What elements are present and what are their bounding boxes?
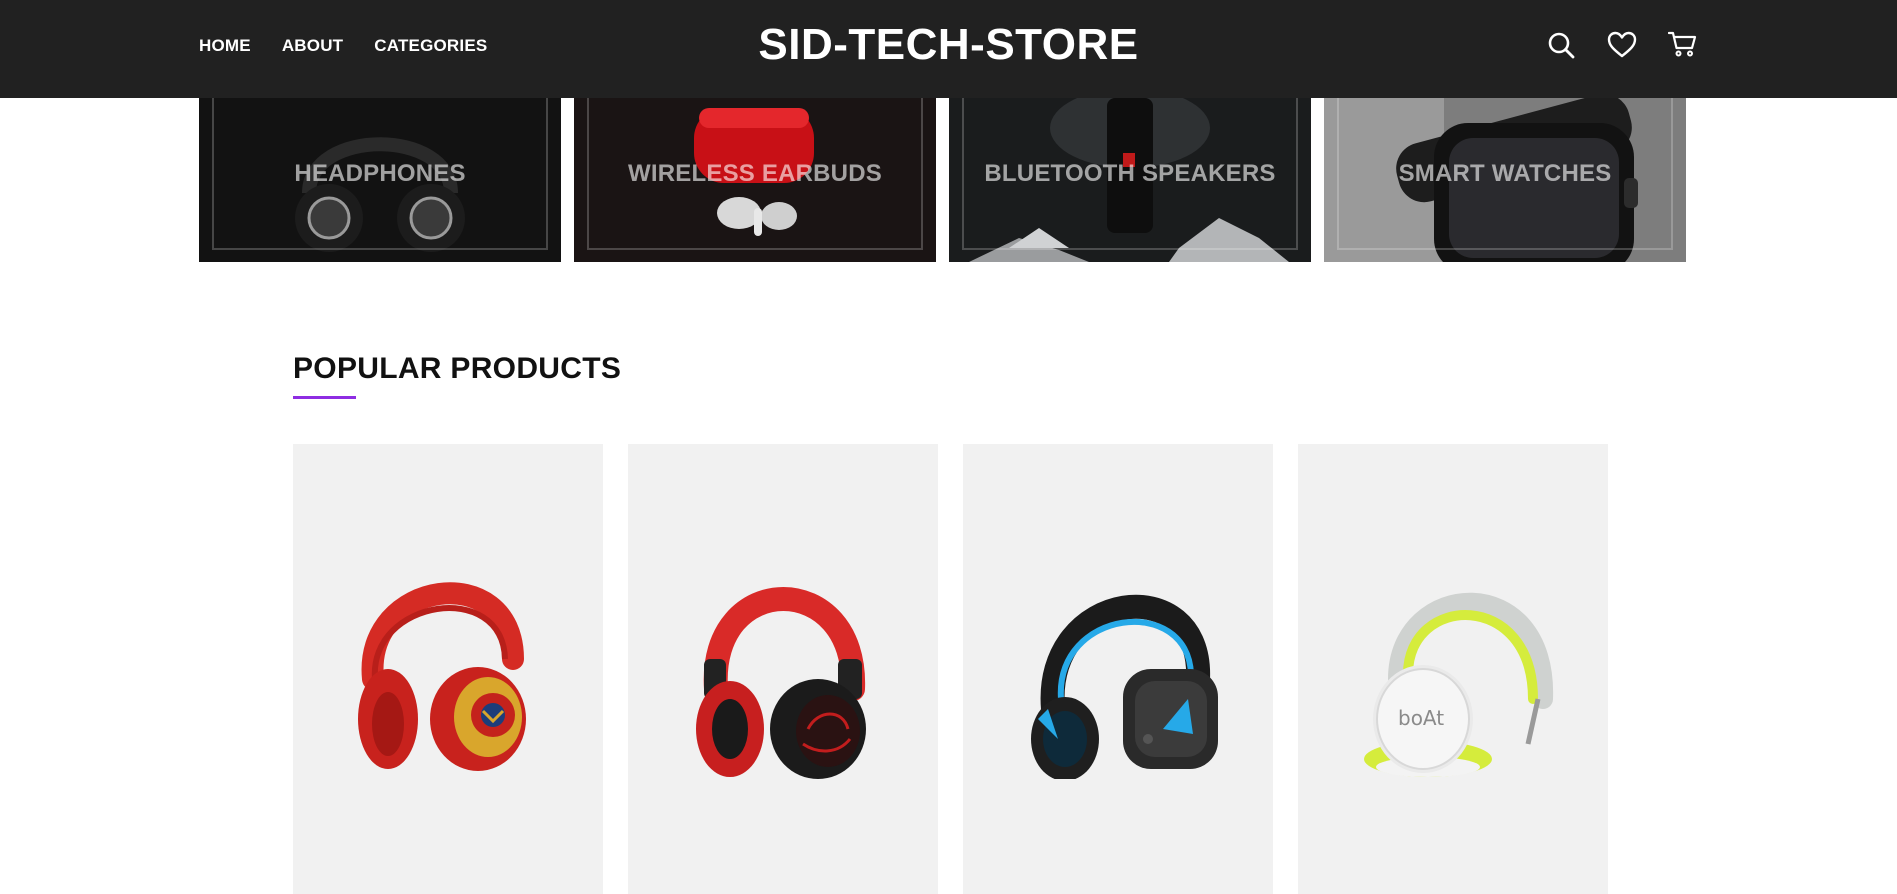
category-tile-smart-watches[interactable]: SMART WATCHES xyxy=(1324,98,1686,262)
nav-about-link[interactable]: ABOUT xyxy=(282,36,343,56)
search-icon[interactable] xyxy=(1546,30,1576,60)
blue-black-headphones-image xyxy=(1003,539,1233,779)
category-grid: HEADPHONES WIRELESS EARBUDS BLUETOOTH SP… xyxy=(199,98,1688,262)
nav-categories-link[interactable]: CATEGORIES xyxy=(374,36,487,56)
category-tile-headphones[interactable]: HEADPHONES xyxy=(199,98,561,262)
product-grid: boAt xyxy=(293,444,1608,894)
heart-icon[interactable] xyxy=(1607,30,1637,60)
red-gold-headphones-image xyxy=(333,539,563,779)
product-card[interactable] xyxy=(628,444,938,894)
section-title-underline xyxy=(293,396,356,399)
category-tile-wireless-earbuds[interactable]: WIRELESS EARBUDS xyxy=(574,98,936,262)
site-header: HOME ABOUT CATEGORIES SID-TECH-STORE xyxy=(0,0,1897,98)
cart-icon[interactable] xyxy=(1668,30,1698,60)
product-card[interactable] xyxy=(293,444,603,894)
site-logo[interactable]: SID-TECH-STORE xyxy=(758,20,1138,69)
category-label: HEADPHONES xyxy=(294,160,466,187)
white-lime-headphones-image: boAt xyxy=(1338,539,1568,779)
product-card[interactable]: boAt xyxy=(1298,444,1608,894)
category-tile-bluetooth-speakers[interactable]: BLUETOOTH SPEAKERS xyxy=(949,98,1311,262)
product-card[interactable] xyxy=(963,444,1273,894)
category-label: SMART WATCHES xyxy=(1398,160,1612,187)
section-title: POPULAR PRODUCTS xyxy=(293,352,622,385)
category-label: BLUETOOTH SPEAKERS xyxy=(984,160,1276,187)
category-label: WIRELESS EARBUDS xyxy=(628,160,882,187)
nav-home-link[interactable]: HOME xyxy=(199,36,251,56)
main-nav: HOME ABOUT CATEGORIES xyxy=(199,36,518,56)
red-black-headphones-image xyxy=(668,539,898,779)
header-actions xyxy=(1546,30,1698,60)
product-brand-mark: boAt xyxy=(1398,706,1444,730)
